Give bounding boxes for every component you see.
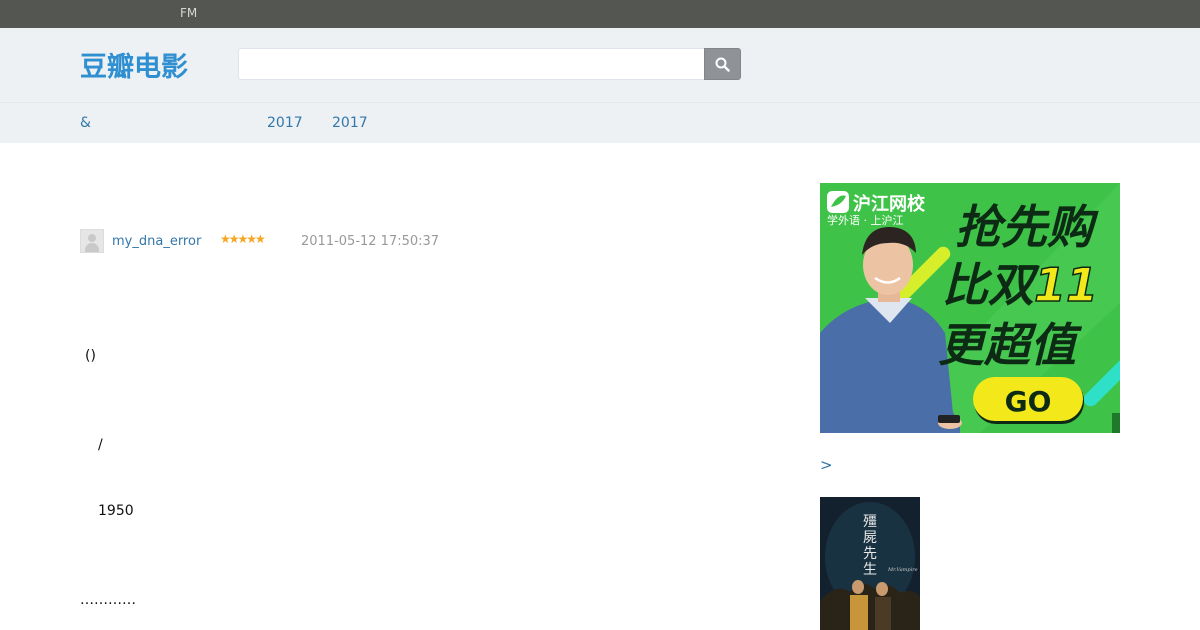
review-paragraph: / <box>98 437 103 453</box>
avatar-head-shape <box>88 234 96 242</box>
ad-headline-line3: 更超值 <box>938 318 1083 372</box>
ad-headline-line2: 比双11 <box>942 258 1098 312</box>
poster-title-char: 生 <box>863 562 877 578</box>
sidebar-more-link[interactable]: > <box>820 456 833 474</box>
review-paragraph: ………… <box>80 592 136 608</box>
top-nav-bar: FM <box>0 0 1200 28</box>
review-timestamp: 2011-05-12 17:50:37 <box>301 234 440 249</box>
subnav-item-3[interactable]: 2017 <box>332 115 368 131</box>
search-input[interactable] <box>238 48 705 80</box>
avatar[interactable] <box>80 229 104 253</box>
poster-artwork: 殭 屍 先 生 Mr.Vampire <box>820 497 920 630</box>
sub-navigation: & 2017 2017 <box>0 102 1200 143</box>
douban-movie-logo[interactable]: 豆瓣电影 <box>80 45 188 84</box>
ad-headline-line2-number: 11 <box>1034 258 1098 312</box>
ad-go-label: GO <box>1005 385 1052 418</box>
poster-title-char: 先 <box>863 546 877 562</box>
ad-brand-name: 沪江网校 <box>853 193 926 215</box>
top-nav-fm-link[interactable]: FM <box>180 6 197 20</box>
hujiang-logo-icon <box>827 191 849 213</box>
ad-brand-tagline: 学外语 · 上沪江 <box>827 213 904 227</box>
review-author-link[interactable]: my_dna_error <box>112 234 201 249</box>
subnav-item-1[interactable]: & <box>80 115 91 131</box>
poster-title-char: 殭 <box>863 514 877 530</box>
poster-english-title: Mr.Vampire <box>887 567 918 573</box>
ad-artwork: 沪江网校 学外语 · 上沪江 抢先购 比双11 更超值 GO <box>820 183 1120 433</box>
ad-headline-line1: 抢先购 <box>955 200 1099 254</box>
site-header: 豆瓣电影 <box>0 28 1200 102</box>
subnav-item-2[interactable]: 2017 <box>267 115 303 131</box>
review-paragraph: () <box>85 348 96 364</box>
hujiang-ad-banner[interactable]: 沪江网校 学外语 · 上沪江 抢先购 比双11 更超值 GO <box>820 183 1120 433</box>
movie-poster[interactable]: 殭 屍 先 生 Mr.Vampire <box>820 497 920 630</box>
search-icon <box>715 57 730 72</box>
rating-stars: ★★★★★ <box>220 232 266 246</box>
review-paragraph: 1950 <box>98 503 134 519</box>
avatar-body-shape <box>85 243 99 252</box>
ad-headline-line2-prefix: 比双 <box>942 258 1040 312</box>
poster-title-char: 屍 <box>863 530 877 546</box>
search-button[interactable] <box>704 48 741 80</box>
